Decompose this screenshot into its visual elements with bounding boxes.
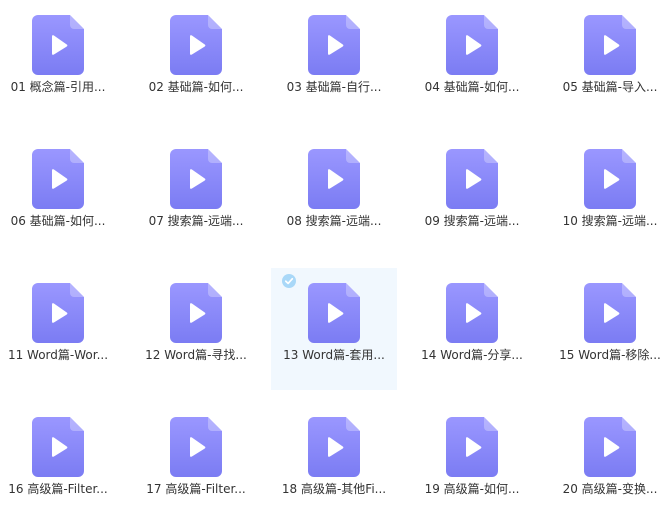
file-item[interactable]: 09 搜索篇-远端... (409, 134, 535, 256)
check-icon[interactable] (282, 274, 296, 288)
file-item[interactable]: 14 Word篇-分享... (409, 268, 535, 390)
file-item[interactable]: 02 基础篇-如何... (133, 0, 259, 122)
file-name-label: 07 搜索篇-远端... (148, 214, 244, 228)
video-file-icon (32, 417, 84, 477)
file-name-label: 05 基础篇-导入... (562, 80, 658, 94)
file-item[interactable]: 06 基础篇-如何... (0, 134, 121, 256)
video-file-icon (584, 15, 636, 75)
file-item[interactable]: 08 搜索篇-远端... (271, 134, 397, 256)
file-item[interactable]: 10 搜索篇-远端... (547, 134, 670, 256)
file-item[interactable]: 19 高级篇-如何... (409, 402, 535, 524)
file-item[interactable]: 20 高级篇-变换... (547, 402, 670, 524)
video-file-icon (170, 149, 222, 209)
video-file-icon (308, 417, 360, 477)
video-file-icon (170, 15, 222, 75)
file-name-label: 01 概念篇-引用... (10, 80, 106, 94)
file-item[interactable]: 03 基础篇-自行... (271, 0, 397, 122)
file-name-label: 18 高级篇-其他Fi... (281, 482, 387, 496)
video-file-icon (308, 15, 360, 75)
video-file-icon (446, 15, 498, 75)
file-name-label: 06 基础篇-如何... (10, 214, 106, 228)
video-file-icon (308, 283, 360, 343)
file-item[interactable]: 17 高级篇-Filter... (133, 402, 259, 524)
file-item[interactable]: 04 基础篇-如何... (409, 0, 535, 122)
file-item[interactable]: 12 Word篇-寻找... (133, 268, 259, 390)
file-name-label: 10 搜索篇-远端... (562, 214, 658, 228)
file-name-label: 02 基础篇-如何... (148, 80, 244, 94)
file-name-label: 03 基础篇-自行... (286, 80, 382, 94)
file-name-label: 08 搜索篇-远端... (286, 214, 382, 228)
file-name-label: 20 高级篇-变换... (562, 482, 658, 496)
file-item[interactable]: 16 高级篇-Filter... (0, 402, 121, 524)
file-item[interactable]: 15 Word篇-移除... (547, 268, 670, 390)
file-name-label: 13 Word篇-套用... (283, 348, 385, 362)
file-grid: 01 概念篇-引用... 02 基础篇-如何... 03 基础篇-自行... 04 基… (0, 0, 670, 521)
file-name-label: 14 Word篇-分享... (421, 348, 523, 362)
file-name-label: 17 高级篇-Filter... (146, 482, 246, 496)
file-name-label: 11 Word篇-Wor... (7, 348, 109, 362)
file-item[interactable]: 11 Word篇-Wor... (0, 268, 121, 390)
file-name-label: 16 高级篇-Filter... (8, 482, 108, 496)
file-name-label: 04 基础篇-如何... (424, 80, 520, 94)
file-item[interactable]: 01 概念篇-引用... (0, 0, 121, 122)
file-item[interactable]: 07 搜索篇-远端... (133, 134, 259, 256)
video-file-icon (584, 283, 636, 343)
video-file-icon (446, 417, 498, 477)
file-name-label: 12 Word篇-寻找... (145, 348, 247, 362)
file-name-label: 09 搜索篇-远端... (424, 214, 520, 228)
file-item[interactable]: 13 Word篇-套用... (271, 268, 397, 390)
video-file-icon (32, 15, 84, 75)
video-file-icon (584, 417, 636, 477)
video-file-icon (308, 149, 360, 209)
video-file-icon (446, 283, 498, 343)
video-file-icon (32, 283, 84, 343)
file-name-label: 19 高级篇-如何... (424, 482, 520, 496)
video-file-icon (32, 149, 84, 209)
video-file-icon (170, 417, 222, 477)
file-item[interactable]: 18 高级篇-其他Fi... (271, 402, 397, 524)
video-file-icon (584, 149, 636, 209)
file-item[interactable]: 05 基础篇-导入... (547, 0, 670, 122)
video-file-icon (170, 283, 222, 343)
video-file-icon (446, 149, 498, 209)
file-name-label: 15 Word篇-移除... (559, 348, 661, 362)
